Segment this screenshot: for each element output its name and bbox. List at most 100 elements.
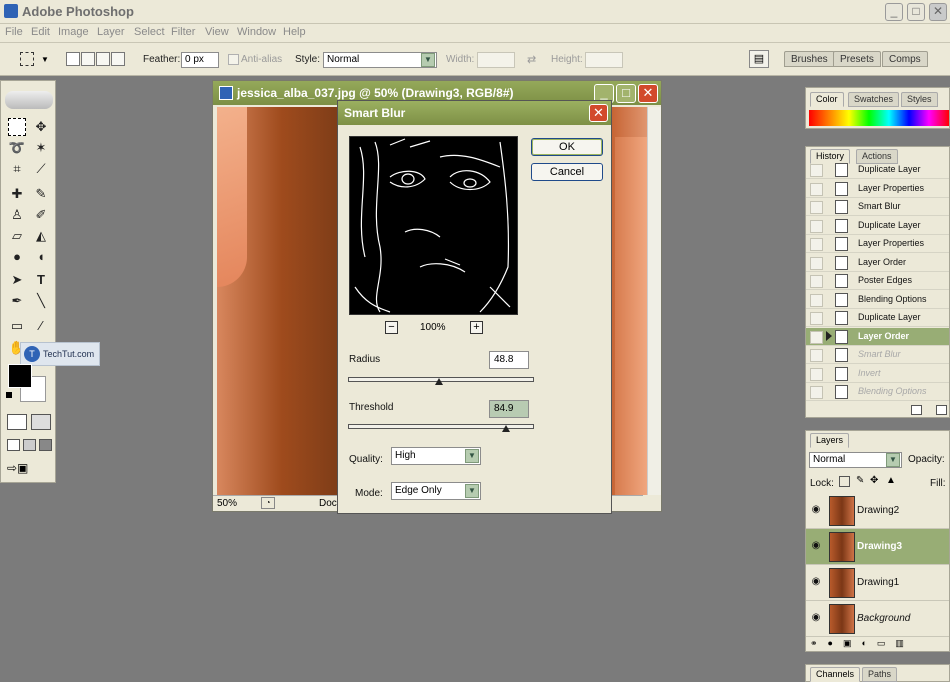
slice-tool-icon[interactable]: ⟋ xyxy=(32,160,50,178)
color-spectrum[interactable] xyxy=(809,110,949,126)
snapshot-source-checkbox[interactable] xyxy=(810,293,823,307)
snapshot-source-checkbox[interactable] xyxy=(810,256,823,270)
blend-mode-select[interactable]: Normal ▼ xyxy=(809,452,902,468)
clone-stamp-icon[interactable]: ♙ xyxy=(8,206,26,224)
lock-transparency-icon[interactable] xyxy=(839,476,850,487)
history-item[interactable]: Duplicate Layer xyxy=(806,161,949,179)
layer-row[interactable]: ◉ Background xyxy=(806,601,949,637)
menu-file[interactable]: File xyxy=(5,26,23,38)
history-item[interactable]: Layer Order xyxy=(806,254,949,272)
snapshot-source-checkbox[interactable] xyxy=(810,219,823,233)
snapshot-source-checkbox[interactable] xyxy=(810,238,823,251)
history-item[interactable]: Layer Properties xyxy=(806,180,949,198)
snapshot-source-checkbox[interactable] xyxy=(810,182,823,196)
paint-bucket-icon[interactable]: ◭ xyxy=(32,227,50,245)
tab-channels[interactable]: Channels xyxy=(810,667,861,682)
visibility-eye-icon[interactable]: ◉ xyxy=(810,504,822,516)
menu-filter[interactable]: Filter xyxy=(171,26,195,38)
intersect-selection-icon[interactable] xyxy=(111,52,125,66)
default-colors-icon[interactable] xyxy=(6,392,12,398)
snapshot-source-checkbox[interactable] xyxy=(810,367,823,381)
marquee-tool-icon[interactable] xyxy=(8,118,26,136)
mode-select[interactable]: Edge Only ▼ xyxy=(391,482,481,500)
height-input[interactable] xyxy=(585,52,623,68)
document-scrollbar[interactable] xyxy=(647,107,661,495)
document-zoom[interactable]: 50% xyxy=(217,498,237,509)
new-snapshot-icon[interactable] xyxy=(911,405,922,415)
type-tool-icon[interactable]: T xyxy=(32,271,50,289)
tab-swatches[interactable]: Swatches xyxy=(848,92,900,107)
layers-footer-icons[interactable]: ⚭●▣◐▭▥ xyxy=(810,638,950,650)
screen-mode-full-icon[interactable] xyxy=(39,439,52,451)
jump-to-imageready-icon[interactable]: ⇨▣ xyxy=(7,461,51,477)
history-item[interactable]: Poster Edges xyxy=(806,272,949,290)
antialias-checkbox[interactable] xyxy=(228,54,239,65)
quickmask-mode-icon[interactable] xyxy=(31,414,51,430)
swap-icon[interactable]: ⇄ xyxy=(527,53,536,66)
minimize-button[interactable]: _ xyxy=(885,3,903,21)
lock-position-icon[interactable]: ✥ xyxy=(870,475,878,486)
status-menu-icon[interactable]: ◔ xyxy=(261,497,275,509)
brush-tool-icon[interactable]: ✎ xyxy=(32,185,50,203)
visibility-eye-icon[interactable]: ◉ xyxy=(810,540,822,552)
marquee-preset-icon[interactable] xyxy=(20,52,34,66)
threshold-input[interactable]: 84.9 xyxy=(489,400,529,418)
menu-window[interactable]: Window xyxy=(237,26,276,38)
snapshot-source-checkbox[interactable] xyxy=(810,386,823,399)
photoshop-feather-logo[interactable] xyxy=(5,91,53,109)
line-tool-icon[interactable]: ╲ xyxy=(32,292,50,310)
new-selection-icon[interactable] xyxy=(66,52,80,66)
menu-view[interactable]: View xyxy=(205,26,229,38)
magic-wand-icon[interactable]: ✶ xyxy=(32,139,50,157)
history-item[interactable]: Duplicate Layer xyxy=(806,217,949,235)
tab-brushes[interactable]: Brushes xyxy=(784,51,835,67)
snapshot-source-checkbox[interactable] xyxy=(810,164,823,177)
threshold-slider-thumb[interactable] xyxy=(502,425,511,432)
foreground-color-swatch[interactable] xyxy=(8,364,32,388)
add-selection-icon[interactable] xyxy=(81,52,95,66)
history-item[interactable]: Blending Options xyxy=(806,383,949,401)
move-tool-icon[interactable]: ✥ xyxy=(32,118,50,136)
history-item[interactable]: Smart Blur xyxy=(806,198,949,216)
visibility-eye-icon[interactable]: ◉ xyxy=(810,576,822,588)
layer-row[interactable]: ◉ Drawing2 xyxy=(806,493,949,529)
history-item[interactable]: Layer Properties xyxy=(806,235,949,253)
screen-mode-standard-icon[interactable] xyxy=(7,439,20,451)
history-brush-icon[interactable]: ✐ xyxy=(32,206,50,224)
layer-row[interactable]: ◉ Drawing3 xyxy=(806,529,949,565)
tab-styles[interactable]: Styles xyxy=(901,92,938,107)
screen-mode-full-menu-icon[interactable] xyxy=(23,439,36,451)
history-item[interactable]: Duplicate Layer xyxy=(806,309,949,327)
notes-tool-icon[interactable]: ▭ xyxy=(8,317,26,335)
close-button[interactable]: ✕ xyxy=(929,3,947,21)
standard-mode-icon[interactable] xyxy=(7,414,27,430)
tab-layers[interactable]: Layers xyxy=(810,433,850,448)
tab-paths[interactable]: Paths xyxy=(862,667,898,682)
layer-row[interactable]: ◉ Drawing1 xyxy=(806,565,949,601)
filter-preview[interactable] xyxy=(349,136,518,315)
tab-color[interactable]: Color xyxy=(810,92,844,107)
menu-select[interactable]: Select xyxy=(134,26,165,38)
feather-input[interactable]: 0 px xyxy=(181,52,219,68)
file-browser-icon[interactable]: ▤ xyxy=(749,50,769,68)
pen-tool-icon[interactable]: ✒ xyxy=(8,292,26,310)
maximize-button[interactable]: □ xyxy=(907,3,925,21)
snapshot-source-checkbox[interactable] xyxy=(810,330,823,344)
visibility-eye-icon[interactable]: ◉ xyxy=(810,612,822,624)
healing-brush-icon[interactable]: ✚ xyxy=(8,185,26,203)
zoom-in-button[interactable]: + xyxy=(470,321,483,334)
blur-tool-icon[interactable]: ● xyxy=(8,248,26,266)
width-input[interactable] xyxy=(477,52,515,68)
lock-all-icon[interactable]: ▲ xyxy=(886,475,896,486)
menu-layer[interactable]: Layer xyxy=(97,26,125,38)
snapshot-source-checkbox[interactable] xyxy=(810,275,823,288)
history-item[interactable]: Smart Blur xyxy=(806,346,949,364)
style-select[interactable]: Normal ▼ xyxy=(323,52,437,68)
lasso-tool-icon[interactable]: ➰ xyxy=(8,139,26,157)
subtract-selection-icon[interactable] xyxy=(96,52,110,66)
menu-image[interactable]: Image xyxy=(58,26,89,38)
eraser-tool-icon[interactable]: ▱ xyxy=(8,227,26,245)
document-close-button[interactable]: ✕ xyxy=(638,84,658,103)
snapshot-source-checkbox[interactable] xyxy=(810,312,823,325)
history-item[interactable]: Blending Options xyxy=(806,291,949,309)
